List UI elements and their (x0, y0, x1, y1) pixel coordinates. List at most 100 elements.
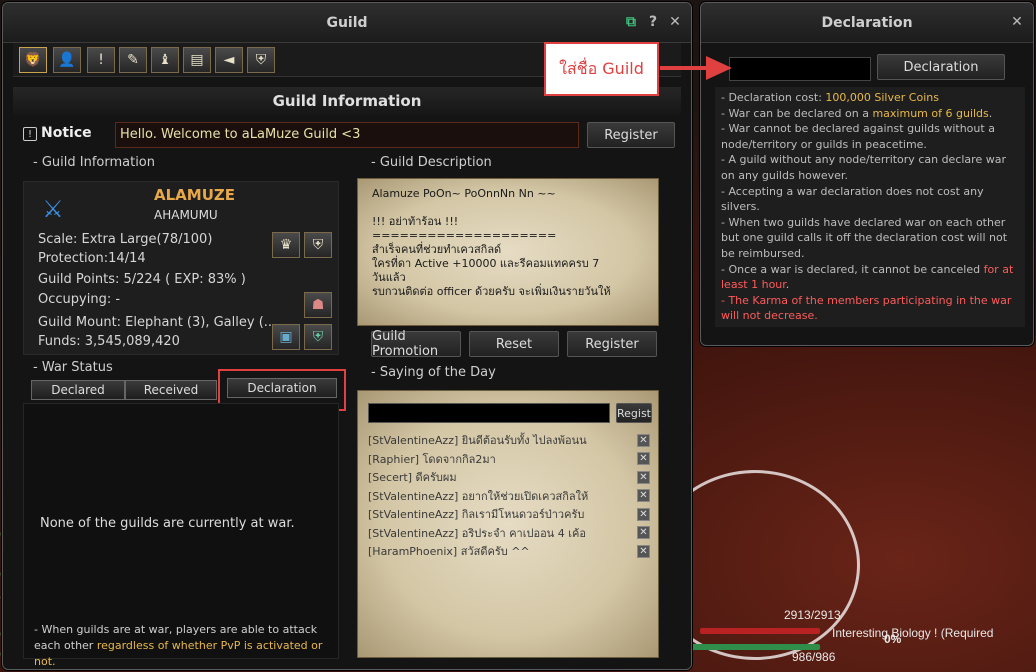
war-list-panel: None of the guilds are currently at war.… (23, 403, 339, 668)
description-line: !!! อย่าท้าร้อน !!! (372, 215, 459, 228)
quest-icon[interactable]: ✎ (119, 47, 147, 73)
rule-text: 100,000 Silver Coins (825, 91, 939, 104)
description-line: ==================== (372, 229, 557, 242)
guild-name: ALAMUZE (154, 186, 236, 204)
document-icon[interactable]: ▤ (183, 47, 211, 73)
rule-text: . (785, 278, 790, 292)
declaration-rule: - Once a war is declared, it cannot be c… (721, 262, 1019, 293)
protection-icon[interactable]: ⛨ (304, 232, 332, 258)
description-line: ใครที่ดา Active +10000 และรีคอมแทคครบ 7 (372, 257, 600, 270)
guild-name-input[interactable] (729, 57, 871, 81)
saying-text: [Raphier] โดดจากกิล2มา (368, 452, 496, 466)
saying-text: [HaramPhoenix] สวัสดีครับ ^^ (368, 545, 530, 558)
quest-tracker: Interesting Biology ! (Required (832, 626, 994, 640)
delete-saying-icon[interactable]: ✕ (637, 526, 650, 539)
rule-text: - When two guilds have declared war on e… (721, 215, 1008, 260)
storage-icon[interactable]: ▣ (272, 324, 300, 350)
scale-upgrade-icon[interactable]: ♛ (272, 232, 300, 258)
tab-received[interactable]: Received (125, 380, 217, 400)
notice-label: Notice (41, 125, 92, 141)
declaration-rule: - War cannot be declared against guilds … (721, 121, 1019, 152)
war-empty-text: None of the guilds are currently at war. (40, 516, 295, 531)
delete-saying-icon[interactable]: ✕ (637, 489, 650, 502)
declaration-titlebar[interactable]: Declaration ✕ (701, 3, 1033, 43)
guild-points: Guild Points: 5/224 ( EXP: 83% ) (38, 272, 246, 287)
war-footer-note: - When guilds are at war, players are ab… (34, 622, 338, 670)
members-icon[interactable]: 👤 (53, 47, 81, 73)
guild-info-section-label: - Guild Information (33, 155, 155, 170)
war-status-section-label: - War Status (33, 360, 113, 375)
rule-text: - A guild without any node/territory can… (721, 153, 1006, 182)
mp-readout: 986/986 (792, 650, 836, 664)
notice-icon: ! (23, 127, 37, 141)
declaration-window: Declaration ✕ Declaration - Declaration … (700, 2, 1034, 346)
rule-text: maximum of 6 guilds (872, 106, 989, 120)
popout-icon[interactable]: ⧉ (623, 14, 639, 30)
saying-row: [StValentineAzz] ยินดีต้อนรับทั้ง ไปลงพ้… (368, 431, 650, 449)
occupy-icon[interactable]: ☗ (304, 292, 332, 318)
rule-text: - The Karma of the members participating… (721, 293, 1012, 323)
saying-board: Regist [StValentineAzz] ยินดีต้อนรับทั้ง… (357, 390, 659, 658)
annotation-arrow (660, 66, 710, 70)
delete-saying-icon[interactable]: ✕ (637, 452, 650, 465)
close-icon[interactable]: ✕ (1009, 14, 1025, 30)
delete-saying-icon[interactable]: ✕ (637, 544, 650, 558)
rule-text: - Accepting a war declaration does not c… (721, 184, 984, 214)
delete-saying-icon[interactable]: ✕ (637, 433, 650, 447)
guild-window: Guild ⧉ ? ✕ 🦁 👤 ! ✎ ♝ ▤ ◄ ⛨ Guild Inform… (2, 2, 692, 670)
notice-input[interactable]: Hello. Welcome to aLaMuze Guild <3 (115, 122, 579, 148)
guild-crest-icon[interactable]: 🦁 (19, 47, 47, 73)
rule-text: . (988, 106, 993, 120)
saying-row: [Secert] ดีครับผม ✕ (368, 468, 650, 486)
guild-shield-icon[interactable]: ⛨ (304, 324, 332, 350)
saying-text: [StValentineAzz] กิลเรามีโหนดวอร์ป่าวครั… (368, 508, 585, 521)
saying-text: [StValentineAzz] อริประจำ คาเปออน 4 เค้อ (368, 526, 586, 540)
shield-icon[interactable]: ⛨ (247, 47, 275, 73)
annotation-arrow-head (706, 56, 732, 80)
description-line: รบกวนติดต่อ officer ด้วยครับ จะเพิ่มเงิน… (372, 285, 611, 298)
chess-icon[interactable]: ♝ (151, 47, 179, 73)
rule-text: - War can be declared on a (721, 106, 873, 120)
alert-icon[interactable]: ! (87, 47, 115, 73)
annotation-callout: ใส่ชื่อ Guild (544, 42, 659, 96)
help-icon[interactable]: ? (645, 14, 661, 30)
description-line: วันแล้ว (372, 271, 406, 284)
saying-text: [StValentineAzz] อยากให้ช่วยเปิดเควสกิลใ… (368, 489, 589, 503)
saying-text: [Secert] ดีครับผม (368, 471, 457, 484)
declaration-rules: - Declaration cost: 100,000 Silver Coins… (715, 87, 1025, 327)
delete-saying-icon[interactable]: ✕ (637, 507, 650, 521)
guild-master: AHAMUMU (154, 208, 218, 222)
close-icon[interactable]: ✕ (667, 14, 683, 30)
saying-input[interactable] (368, 403, 610, 423)
declaration-rule: - The Karma of the members participating… (721, 293, 1019, 324)
declaration-rule: - Declaration cost: 100,000 Silver Coins (721, 90, 1019, 106)
description-line: สำเร็จคนที่ช่วยทำเควสกิลด์ (372, 243, 502, 256)
declaration-title: Declaration (821, 14, 913, 31)
guild-protection: Protection:14/14 (38, 251, 146, 266)
hp-readout: 2913/2913 (784, 608, 841, 622)
delete-saying-icon[interactable]: ✕ (637, 470, 650, 484)
notice-register-button[interactable]: Register (587, 122, 675, 148)
declaration-button[interactable]: Declaration (877, 54, 1005, 80)
guild-info-panel: ⚔ ALAMUZE AHAMUMU Scale: Extra Large(78/… (23, 181, 339, 355)
guild-funds: Funds: 3,545,089,420 (38, 334, 180, 349)
description-register-button[interactable]: Register (567, 331, 657, 357)
description-line (372, 201, 644, 215)
tab-declared[interactable]: Declared (31, 380, 125, 400)
saying-row: [Raphier] โดดจากกิล2มา ✕ (368, 450, 650, 468)
guild-promotion-button[interactable]: Guild Promotion (371, 329, 461, 359)
declaration-rule: - Accepting a war declaration does not c… (721, 184, 1019, 215)
guild-description-board[interactable]: Alamuze PoOn~ PoOnnNn Nn ~~ !!! อย่าท้าร้… (357, 178, 659, 326)
declaration-rule: - A guild without any node/territory can… (721, 152, 1019, 183)
megaphone-icon[interactable]: ◄ (215, 47, 243, 73)
progress-percent: 0% (884, 632, 902, 646)
saying-register-button[interactable]: Regist (616, 403, 652, 423)
guild-titlebar[interactable]: Guild ⧉ ? ✕ (3, 3, 691, 43)
description-reset-button[interactable]: Reset (469, 331, 559, 357)
hp-bar (700, 628, 820, 634)
declaration-rule: - When two guilds have declared war on e… (721, 215, 1019, 262)
saying-row: [StValentineAzz] อยากให้ช่วยเปิดเควสกิลใ… (368, 487, 650, 505)
saying-row: [StValentineAzz] กิลเรามีโหนดวอร์ป่าวครั… (368, 505, 650, 523)
rule-text: - Once a war is declared, it cannot be c… (721, 262, 984, 276)
rule-text: - Declaration cost: (721, 91, 826, 104)
